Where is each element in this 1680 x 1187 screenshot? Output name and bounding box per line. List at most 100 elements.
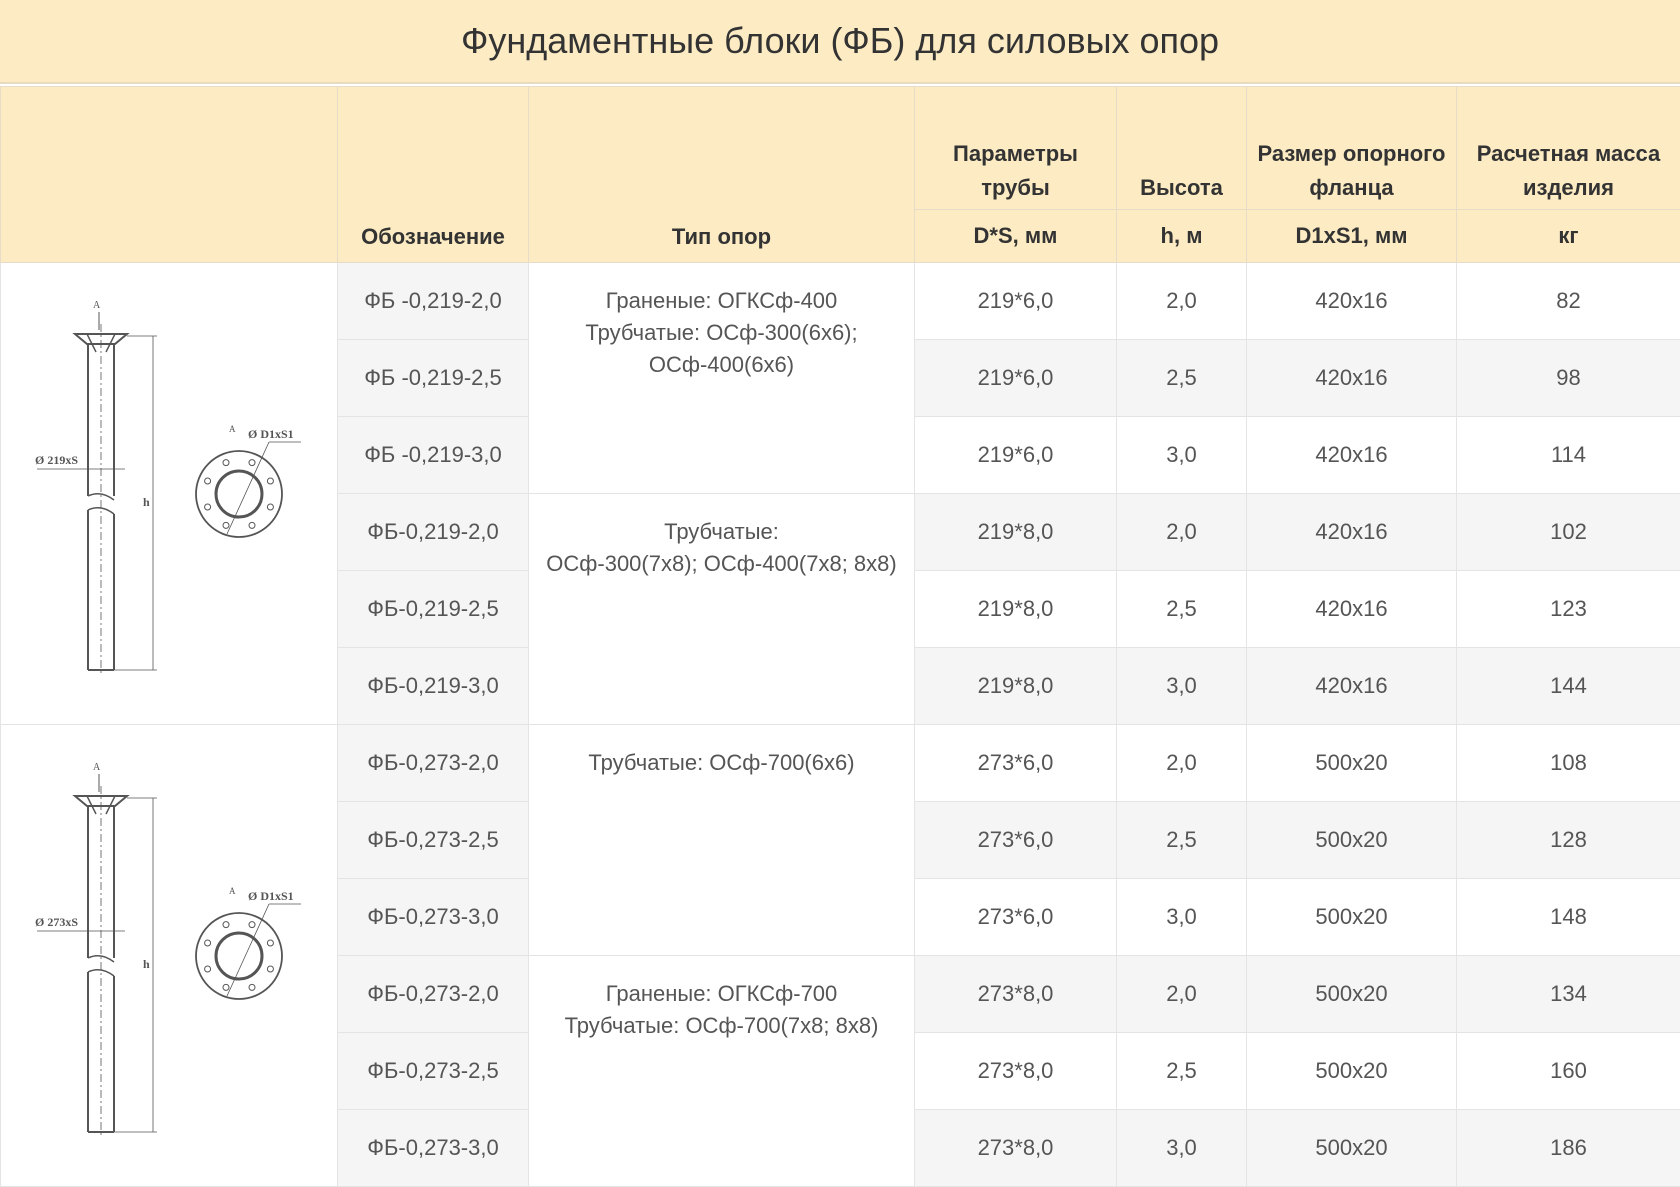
- mass-cell: 98: [1457, 340, 1680, 417]
- pipe-break-lower: [88, 969, 114, 975]
- page: Фундаментные блоки (ФБ) для силовых опор…: [0, 0, 1680, 1185]
- pipe-params-cell: 219*6,0: [915, 340, 1117, 417]
- height-cell: 2,0: [1117, 956, 1247, 1033]
- height-cell: 2,5: [1117, 571, 1247, 648]
- designation-cell: ФБ -0,219-3,0: [338, 417, 529, 494]
- support-type-line: ОСф-400(6x6): [535, 349, 908, 381]
- flange-cell: 500x20: [1247, 1110, 1457, 1187]
- header-pipe-params: Параметры трубы: [915, 87, 1117, 210]
- mass-cell: 160: [1457, 1033, 1680, 1110]
- header-support-type: Тип опор: [529, 87, 915, 263]
- support-type-cell: Трубчатые:ОСф-300(7x8); ОСф-400(7x8; 8x8…: [529, 494, 915, 725]
- pipe-params-cell: 219*8,0: [915, 494, 1117, 571]
- flange-pipe-circle: [216, 933, 262, 979]
- designation-cell: ФБ-0,273-2,0: [338, 956, 529, 1033]
- mass-cell: 82: [1457, 263, 1680, 340]
- flange-cell: 500x20: [1247, 956, 1457, 1033]
- page-title: Фундаментные блоки (ФБ) для силовых опор: [0, 0, 1680, 84]
- flange-bolt-hole: [249, 522, 255, 528]
- designation-cell: ФБ-0,219-3,0: [338, 648, 529, 725]
- support-type-cell: Граненые: ОГКСф-700Трубчатые: ОСф-700(7x…: [529, 956, 915, 1187]
- flange-cell: 420x16: [1247, 417, 1457, 494]
- section-marker-label: А: [93, 300, 101, 311]
- flange-marker-label: А: [229, 424, 236, 434]
- support-type-line: Граненые: ОГКСф-700: [535, 978, 908, 1010]
- mass-cell: 186: [1457, 1110, 1680, 1187]
- header-designation: Обозначение: [338, 87, 529, 263]
- table-row: АØ 273xShØ D1xS1АФБ-0,273-2,0Трубчатые: …: [1, 725, 1680, 802]
- header-height: Высота: [1117, 87, 1247, 210]
- support-type-line: Трубчатые: ОСф-300(6x6);: [535, 317, 908, 349]
- flange-bolt-hole: [267, 966, 273, 972]
- height-cell: 2,5: [1117, 340, 1247, 417]
- foundation-drawing: АØ 273xShØ D1xS1А: [1, 726, 338, 1186]
- flange-bolt-hole: [223, 522, 229, 528]
- flange-cell: 500x20: [1247, 802, 1457, 879]
- flange-cell: 420x16: [1247, 263, 1457, 340]
- flange-bolt-hole: [205, 477, 211, 483]
- table-body: АØ 219xShØ D1xS1АФБ -0,219-2,0Граненые: …: [1, 263, 1680, 1187]
- flange-cell: 500x20: [1247, 725, 1457, 802]
- header-height-unit: h, м: [1117, 210, 1247, 263]
- support-type-cell: Трубчатые: ОСф-700(6x6): [529, 725, 915, 956]
- mass-cell: 108: [1457, 725, 1680, 802]
- designation-cell: ФБ-0,219-2,0: [338, 494, 529, 571]
- flange-outer-circle: [196, 451, 282, 537]
- header-pipe-unit: D*S, мм: [915, 210, 1117, 263]
- flange-bolt-hole: [205, 504, 211, 510]
- pipe-break-lower: [88, 507, 114, 513]
- flange-outer-circle: [196, 913, 282, 999]
- flange-cell: 420x16: [1247, 340, 1457, 417]
- flange-cell: 420x16: [1247, 571, 1457, 648]
- height-cell: 3,0: [1117, 648, 1247, 725]
- designation-cell: ФБ -0,219-2,0: [338, 263, 529, 340]
- designation-cell: ФБ-0,273-3,0: [338, 879, 529, 956]
- designation-cell: ФБ-0,273-2,0: [338, 725, 529, 802]
- support-type-line: Трубчатые: ОСф-700(6x6): [535, 747, 908, 779]
- mass-cell: 144: [1457, 648, 1680, 725]
- section-marker-label: А: [93, 762, 101, 773]
- height-cell: 3,0: [1117, 417, 1247, 494]
- table-row: АØ 219xShØ D1xS1АФБ -0,219-2,0Граненые: …: [1, 263, 1680, 340]
- flange-bolt-hole: [205, 939, 211, 945]
- pipe-params-cell: 219*6,0: [915, 263, 1117, 340]
- foundation-drawing: АØ 219xShØ D1xS1А: [1, 264, 338, 724]
- flange-cell: 500x20: [1247, 1033, 1457, 1110]
- support-type-line: ОСф-300(7x8); ОСф-400(7x8; 8x8): [535, 548, 908, 580]
- designation-cell: ФБ-0,219-2,5: [338, 571, 529, 648]
- designation-cell: ФБ-0,273-2,5: [338, 802, 529, 879]
- support-type-cell: Граненые: ОГКСф-400Трубчатые: ОСф-300(6x…: [529, 263, 915, 494]
- pipe-params-cell: 273*8,0: [915, 1033, 1117, 1110]
- flange-bolt-hole: [249, 921, 255, 927]
- mass-cell: 128: [1457, 802, 1680, 879]
- flange-bolt-hole: [267, 504, 273, 510]
- pipe-params-cell: 273*8,0: [915, 1110, 1117, 1187]
- flange-cell: 500x20: [1247, 879, 1457, 956]
- flange-bolt-hole: [223, 921, 229, 927]
- designation-cell: ФБ-0,273-3,0: [338, 1110, 529, 1187]
- flange-marker-label: А: [229, 886, 236, 896]
- flange-bolt-hole: [205, 966, 211, 972]
- support-type-line: Граненые: ОГКСф-400: [535, 285, 908, 317]
- support-type-line: Трубчатые:: [535, 516, 908, 548]
- designation-cell: ФБ-0,273-2,5: [338, 1033, 529, 1110]
- header-flange: Размер опорного фланца: [1247, 87, 1457, 210]
- header-mass: Расчетная масса изделия: [1457, 87, 1680, 210]
- support-type-line: Трубчатые: ОСф-700(7x8; 8x8): [535, 1010, 908, 1042]
- header-drawing: [1, 87, 338, 263]
- flange-diameter-label: Ø D1xS1: [248, 889, 294, 903]
- height-cell: 2,0: [1117, 725, 1247, 802]
- flange-pipe-circle: [216, 471, 262, 517]
- foundation-blocks-table: Обозначение Тип опор Параметры трубы Выс…: [0, 86, 1680, 1187]
- flange-cell: 420x16: [1247, 648, 1457, 725]
- mass-cell: 114: [1457, 417, 1680, 494]
- mass-cell: 102: [1457, 494, 1680, 571]
- mass-cell: 134: [1457, 956, 1680, 1033]
- height-label: h: [143, 957, 150, 971]
- drawing-cell: АØ 273xShØ D1xS1А: [1, 725, 338, 1187]
- flange-diameter-label: Ø D1xS1: [248, 427, 294, 441]
- flange-bolt-hole: [223, 984, 229, 990]
- pipe-params-cell: 273*6,0: [915, 725, 1117, 802]
- flange-bolt-hole: [249, 459, 255, 465]
- pipe-diameter-label: Ø 219xS: [35, 453, 78, 467]
